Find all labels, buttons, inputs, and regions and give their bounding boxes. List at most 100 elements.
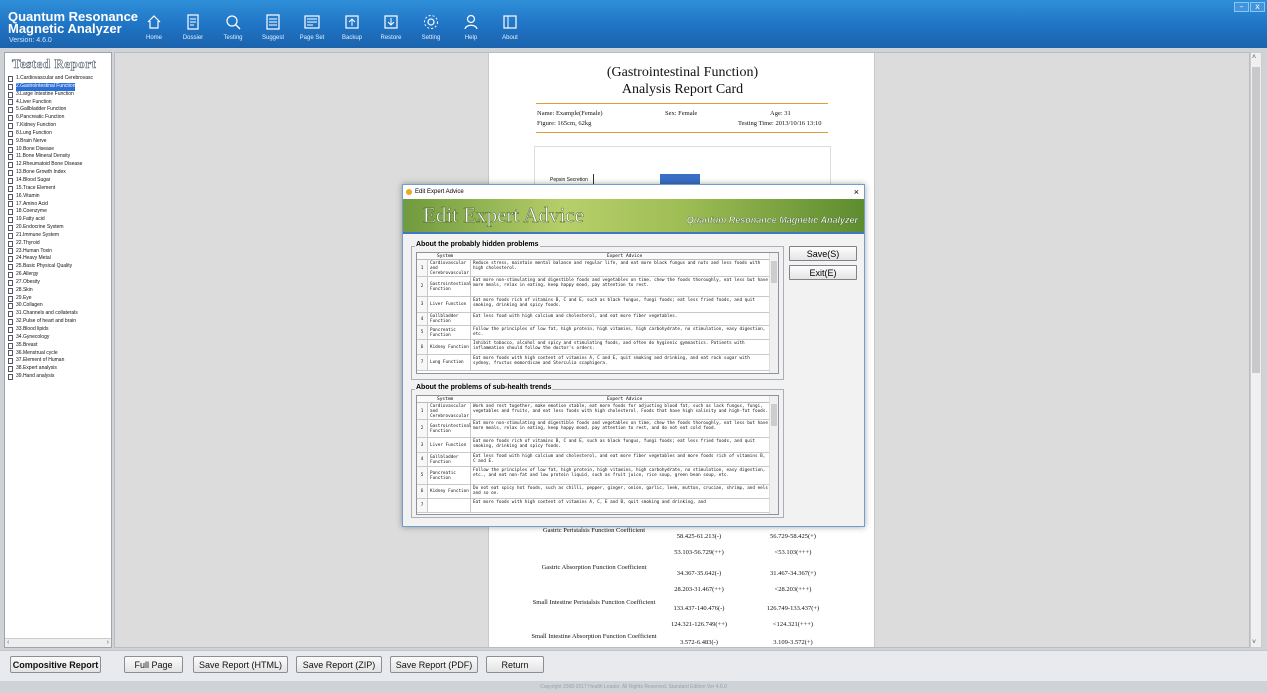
row-advice[interactable]: Eat more non-stimulating and digestible …	[473, 421, 769, 431]
nav-about-button[interactable]: About	[490, 0, 530, 48]
tree-item[interactable]: 15.Trace Element	[8, 185, 93, 193]
nav-suggest-button[interactable]: Suggest	[253, 0, 293, 48]
tree-horizontal-scrollbar[interactable]: ‹ ›	[5, 638, 111, 647]
tree-item[interactable]: 29.Eye	[8, 295, 93, 303]
tree-item[interactable]: 25.Basic Physical Quality	[8, 263, 93, 271]
tree-item[interactable]: 1.Cardiovascular and Cerebrovasc	[8, 75, 93, 83]
tree-item[interactable]: 35.Breast	[8, 342, 93, 350]
tree-item[interactable]: 33.Blood lipids	[8, 326, 93, 334]
nav-setting-button[interactable]: Setting	[411, 0, 451, 48]
tree-item[interactable]: 11.Bone Mineral Density	[8, 153, 93, 161]
dialog-close-icon[interactable]: ×	[854, 185, 859, 199]
tree-item[interactable]: 23.Human Toxin	[8, 248, 93, 256]
tree-item[interactable]: 39.Hand analysis	[8, 373, 93, 381]
grid-scroll-thumb[interactable]	[771, 261, 777, 283]
scrollbar-thumb[interactable]	[1252, 67, 1260, 373]
row-advice[interactable]: Eat more foods with high content of vita…	[473, 500, 769, 505]
return-button[interactable]: Return	[486, 656, 544, 673]
tree-item[interactable]: 27.Obesity	[8, 279, 93, 287]
viewer-vertical-scrollbar[interactable]: ˄ ˅	[1250, 52, 1262, 648]
save-pdf-button[interactable]: Save Report (PDF)	[390, 656, 478, 673]
advice-row[interactable]: 5 Pancreatic Function Follow the principle…	[417, 326, 771, 340]
advice-row[interactable]: 7 Lung Function Eat more foods with high c…	[417, 355, 771, 371]
tree-item[interactable]: 31.Channels and collaterals	[8, 310, 93, 318]
tree-item[interactable]: 37.Element of Human	[8, 357, 93, 365]
compositive-report-button[interactable]: Compositive Report	[10, 656, 101, 673]
grid-scrollbar[interactable]	[769, 253, 778, 373]
tree-item[interactable]: 6.Pancreatic Function	[8, 114, 93, 122]
advice-row[interactable]: 2 Gastrointestinal Function Eat more non-s…	[417, 277, 771, 297]
tree-item[interactable]: 28.Skin	[8, 287, 93, 295]
save-zip-button[interactable]: Save Report (ZIP)	[296, 656, 382, 673]
tree-item[interactable]: 9.Brain Nerve	[8, 138, 93, 146]
row-advice[interactable]: Reduce stress, maintain mental balance a…	[473, 261, 769, 271]
tree-item[interactable]: 38.Expert analysis	[8, 365, 93, 373]
row-advice[interactable]: Eat more non-stimulating and digestible …	[473, 278, 769, 288]
advice-row[interactable]: 6 Kidney Function Inhibit tobacco, alcohol…	[417, 340, 771, 355]
grid-scrollbar[interactable]	[769, 396, 778, 514]
advice-row[interactable]: 5 Pancreatic Function Follow the principle…	[417, 467, 771, 485]
nav-dossier-button[interactable]: Dossier	[173, 0, 213, 48]
tree-item[interactable]: 2.Gastrointestinal Function	[8, 82, 93, 91]
nav-home-button[interactable]: Home	[134, 0, 174, 48]
tree-item[interactable]: 5.Gallbladder Function	[8, 106, 93, 114]
tree-item[interactable]: 8.Lung Function	[8, 130, 93, 138]
tree-item[interactable]: 18.Coenzyme	[8, 208, 93, 216]
tree-item[interactable]: 17.Amino Acid	[8, 201, 93, 209]
tree-item[interactable]: 19.Fatty acid	[8, 216, 93, 224]
row-advice[interactable]: Eat less food with high calcium and chol…	[473, 454, 769, 464]
tree-item[interactable]: 4.Liver Function	[8, 99, 93, 107]
tree-item[interactable]: 21.Immune System	[8, 232, 93, 240]
tree-item[interactable]: 34.Gynecology	[8, 334, 93, 342]
row-advice[interactable]: Eat more foods rich of vitamins B, C and…	[473, 439, 769, 449]
tree-item[interactable]: 10.Bone Disease	[8, 146, 93, 154]
tree-item[interactable]: 24.Heavy Metal	[8, 255, 93, 263]
advice-row[interactable]: 1 Cardiovascular and Cerebrovascular Work …	[417, 403, 771, 420]
advice-row[interactable]: 3 Liver Function Eat more foods rich of vi…	[417, 438, 771, 453]
scroll-down-icon[interactable]: ˅	[1252, 639, 1256, 646]
tree-item[interactable]: 3.Large Intestine Function	[8, 91, 93, 99]
row-advice[interactable]: Do not eat spicy hot foods, such as chil…	[473, 486, 769, 496]
row-advice[interactable]: Follow the principles of low fat, high p…	[473, 327, 769, 337]
advice-row[interactable]: 7 Eat more foods with high content of vit…	[417, 499, 771, 513]
advice-row[interactable]: 1 Cardiovascular and Cerebrovascular Reduc…	[417, 260, 771, 277]
row-advice[interactable]: Eat more foods rich of vitamins B, C and…	[473, 298, 769, 308]
advice-row[interactable]: 6 Kidney Function Do not eat spicy hot foo…	[417, 485, 771, 499]
row-advice[interactable]: Work and rest together, make emotion sta…	[473, 404, 769, 414]
save-button[interactable]: Save(S)	[789, 246, 857, 261]
tree-item[interactable]: 30.Collagen	[8, 302, 93, 310]
sub-health-grid[interactable]: System Expert Advice 1 Cardiovascular and…	[416, 395, 779, 515]
nav-testing-button[interactable]: Testing	[213, 0, 253, 48]
nav-restore-button[interactable]: Restore	[371, 0, 411, 48]
minimize-button[interactable]: –	[1234, 2, 1249, 12]
row-advice[interactable]: Eat more foods with high content of vita…	[473, 356, 769, 366]
tree-item[interactable]: 16.Vitamin	[8, 193, 93, 201]
tree-item[interactable]: 22.Thyroid	[8, 240, 93, 248]
tree-item[interactable]: 7.Kidney Function	[8, 122, 93, 130]
scroll-up-icon[interactable]: ˄	[1252, 54, 1256, 61]
scroll-right-icon[interactable]: ›	[107, 639, 109, 646]
tree-item[interactable]: 14.Blood Sugar	[8, 177, 93, 185]
exit-button[interactable]: Exit(E)	[789, 265, 857, 280]
row-advice[interactable]: Eat less food with high calcium and chol…	[473, 314, 769, 319]
tree-item[interactable]: 12.Rheumatoid Bone Disease	[8, 161, 93, 169]
tree-item[interactable]: 20.Endocrine System	[8, 224, 93, 232]
row-advice[interactable]: Follow the principles of low fat, high p…	[473, 468, 769, 478]
scroll-left-icon[interactable]: ‹	[7, 639, 9, 646]
advice-row[interactable]: 4 Gallbladder Function Eat less food with …	[417, 453, 771, 467]
tree-item[interactable]: 13.Bone Growth Index	[8, 169, 93, 177]
tree-item[interactable]: 26.Allergy	[8, 271, 93, 279]
row-advice[interactable]: Inhibit tobacco, alcohol and spicy and s…	[473, 341, 769, 351]
hidden-problems-grid[interactable]: System Expert Advice 1 Cardiovascular and…	[416, 252, 779, 374]
tree-item[interactable]: 36.Menstrual cycle	[8, 350, 93, 358]
advice-row[interactable]: 4 Gallbladder Function Eat less food with …	[417, 313, 771, 326]
close-window-button[interactable]: x	[1250, 2, 1265, 12]
advice-row[interactable]: 2 Gastrointestinal Function Eat more non-s…	[417, 420, 771, 438]
nav-help-button[interactable]: Help	[451, 0, 491, 48]
grid-scroll-thumb[interactable]	[771, 404, 777, 426]
advice-row[interactable]: 3 Liver Function Eat more foods rich of vi…	[417, 297, 771, 313]
save-html-button[interactable]: Save Report (HTML)	[193, 656, 288, 673]
nav-backup-button[interactable]: Backup	[332, 0, 372, 48]
nav-page-set-button[interactable]: Page Set	[292, 0, 332, 48]
full-page-button[interactable]: Full Page	[124, 656, 183, 673]
